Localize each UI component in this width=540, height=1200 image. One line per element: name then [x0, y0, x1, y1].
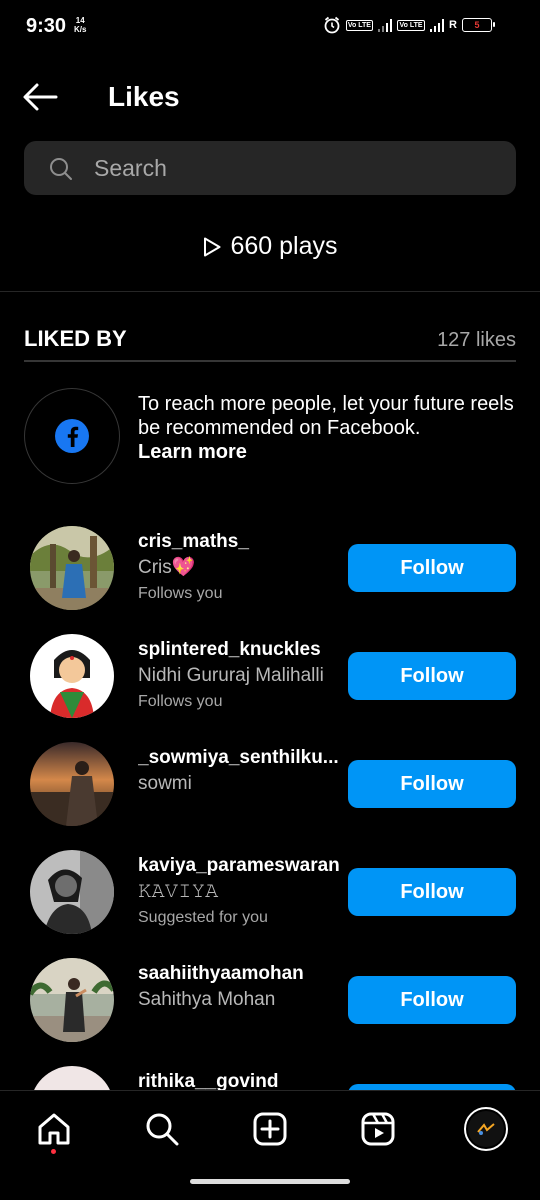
tab-underline: [24, 360, 516, 362]
facebook-icon-circle: [24, 388, 120, 484]
profile-avatar-image: [468, 1111, 504, 1147]
search-icon: [50, 158, 72, 180]
list-item[interactable]: cris_maths_ Cris💖 Follows you Follow: [0, 520, 540, 620]
plays-count: 660 plays: [0, 232, 540, 261]
avatar[interactable]: [30, 958, 114, 1042]
signal-icon-1: [377, 18, 393, 32]
explore-icon: [146, 1113, 179, 1146]
follow-button[interactable]: Follow: [348, 544, 516, 592]
back-arrow-icon: [23, 83, 58, 111]
header: Likes: [0, 70, 540, 124]
play-icon: [204, 237, 221, 256]
network-speed-value: 14: [75, 16, 85, 25]
search-bar[interactable]: [24, 141, 516, 195]
username[interactable]: cris_maths_: [138, 530, 350, 554]
avatar[interactable]: [30, 634, 114, 718]
status-icons: Vo LTE Vo LTE R 5: [323, 16, 495, 34]
alarm-icon: [324, 16, 340, 34]
nav-explore[interactable]: [142, 1109, 182, 1149]
follow-button[interactable]: Follow: [348, 652, 516, 700]
user-info: kaviya_parameswaran 𝙺𝙰𝚅𝙸𝚈𝙰 Suggested for…: [138, 854, 350, 930]
divider: [0, 291, 540, 292]
roaming-indicator: R: [449, 19, 457, 31]
reels-icon: [361, 1112, 395, 1146]
notification-dot: [51, 1149, 56, 1154]
battery-level: 5: [474, 20, 480, 30]
liked-by-header: LIKED BY 127 likes: [24, 326, 516, 354]
user-info: splintered_knuckles Nidhi Gururaj Maliha…: [138, 638, 350, 714]
follow-button[interactable]: Follow: [348, 760, 516, 808]
home-indicator[interactable]: [190, 1179, 350, 1184]
full-name: Sahithya Mohan: [138, 989, 276, 1010]
bottom-nav: [0, 1090, 540, 1200]
volte-badge-1: Vo LTE: [345, 19, 373, 31]
signal-icon-2: [429, 18, 445, 32]
relationship-text: Suggested for you: [138, 909, 268, 926]
home-icon: [38, 1113, 70, 1145]
nav-home[interactable]: [34, 1109, 74, 1149]
network-speed: 14 K/s: [74, 16, 86, 34]
nav-profile[interactable]: [464, 1107, 508, 1151]
username[interactable]: splintered_knuckles: [138, 638, 350, 662]
full-name: sowmi: [138, 773, 192, 794]
plays-text: 660 plays: [230, 232, 338, 260]
avatar[interactable]: [30, 850, 114, 934]
facebook-promo-text: To reach more people, let your future re…: [138, 392, 516, 464]
relationship-text: Follows you: [138, 585, 223, 602]
liked-by-title: LIKED BY: [24, 326, 127, 351]
facebook-promo-message: To reach more people, let your future re…: [138, 393, 514, 439]
nav-reels[interactable]: [358, 1109, 398, 1149]
follow-button[interactable]: Follow: [348, 976, 516, 1024]
status-bar: 9:30 14 K/s Vo LTE Vo LTE R 5: [0, 0, 540, 56]
relationship-text: Follows you: [138, 693, 223, 710]
likes-count: 127 likes: [437, 329, 516, 351]
list-item[interactable]: _sowmiya_senthilku... sowmi Follow: [0, 736, 540, 836]
list-item[interactable]: kaviya_parameswaran 𝙺𝙰𝚅𝙸𝚈𝙰 Suggested for…: [0, 844, 540, 944]
learn-more-link[interactable]: Learn more: [138, 440, 516, 464]
avatar[interactable]: [30, 742, 114, 826]
list-item[interactable]: splintered_knuckles Nidhi Gururaj Maliha…: [0, 628, 540, 728]
avatar[interactable]: [30, 526, 114, 610]
list-item[interactable]: saahiithyaamohan Sahithya Mohan Follow: [0, 952, 540, 1052]
full-name: Nidhi Gururaj Malihalli: [138, 665, 324, 686]
network-speed-unit: K/s: [74, 25, 87, 34]
user-info: _sowmiya_senthilku... sowmi: [138, 746, 350, 798]
page-title: Likes: [108, 81, 180, 112]
username[interactable]: saahiithyaamohan: [138, 962, 350, 986]
volte-badge-2: Vo LTE: [397, 19, 425, 31]
create-icon: [253, 1112, 287, 1146]
profile-avatar: [464, 1107, 508, 1151]
nav-create[interactable]: [250, 1109, 290, 1149]
user-info: saahiithyaamohan Sahithya Mohan: [138, 962, 350, 1014]
facebook-promo: To reach more people, let your future re…: [24, 388, 516, 484]
username[interactable]: kaviya_parameswaran: [138, 854, 350, 878]
battery-icon: 5: [462, 18, 495, 32]
full-name: Cris💖: [138, 557, 196, 578]
user-info: cris_maths_ Cris💖 Follows you: [138, 530, 350, 606]
full-name: 𝙺𝙰𝚅𝙸𝚈𝙰: [138, 881, 219, 902]
username[interactable]: _sowmiya_senthilku...: [138, 746, 350, 770]
search-input[interactable]: [94, 141, 494, 195]
follow-button[interactable]: Follow: [348, 868, 516, 916]
status-time: 9:30: [26, 15, 67, 37]
back-button[interactable]: [20, 80, 64, 114]
facebook-icon: [55, 419, 89, 453]
